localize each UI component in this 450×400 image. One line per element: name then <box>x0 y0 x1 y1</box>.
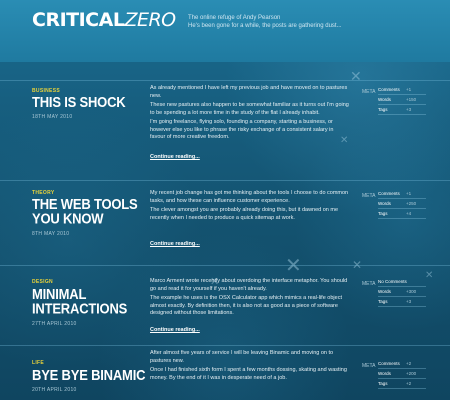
excerpt-paragraph: These new pastures also happen to be som… <box>150 102 349 116</box>
post-the-web-tools-you-know: THEORY THE WEB TOOLS YOU KNOW 8TH MAY 20… <box>0 180 450 265</box>
excerpt-paragraph: Once I had finished sixth form I spent a… <box>150 367 347 381</box>
post-excerpt: After almost five years of service I wil… <box>150 350 350 384</box>
post-date: 18TH MAY 2010 <box>32 114 73 120</box>
excerpt-paragraph: My recent job change has got me thinking… <box>150 190 349 204</box>
post-title[interactable]: BYE BYE BINAMIC <box>32 368 145 382</box>
continue-reading-link[interactable]: Continue reading... <box>150 154 200 160</box>
post-meta: No Comments Words +300 Tags +3 <box>378 277 426 307</box>
site-header: CRITICALZERO The online refuge of Andy P… <box>0 0 450 62</box>
meta-label: META <box>362 281 376 287</box>
post-this-is-shock: BUSINESS THIS IS SHOCK 18TH MAY 2010 As … <box>0 80 450 180</box>
continue-reading-link[interactable]: Continue reading... <box>150 327 200 333</box>
excerpt-paragraph: The example he uses is the OSX Calculato… <box>150 295 342 316</box>
tagline-line-2: He's been gone for a while, the posts ar… <box>188 23 342 29</box>
meta-comments[interactable]: Comments +1 <box>378 85 426 95</box>
meta-words: Words +300 <box>378 287 426 297</box>
meta-words: Words +250 <box>378 199 426 209</box>
post-date: 8TH MAY 2010 <box>32 231 70 237</box>
meta-label: META <box>362 89 376 95</box>
post-meta: Comments +2 Words +200 Tags +2 <box>378 359 426 389</box>
meta-label: META <box>362 363 376 369</box>
excerpt-paragraph: I'm going freelance, flying solo, foundi… <box>150 119 334 140</box>
post-meta: Comments +1 Words +150 Tags +3 <box>378 85 426 115</box>
meta-words: Words +150 <box>378 95 426 105</box>
excerpt-paragraph: After almost five years of service I wil… <box>150 350 334 364</box>
meta-comments[interactable]: Comments +1 <box>378 189 426 199</box>
post-title[interactable]: THE WEB TOOLS YOU KNOW <box>32 197 138 226</box>
post-bye-bye-binamic: LIFE BYE BYE BINAMIC 20TH APRIL 2010 Aft… <box>0 345 450 400</box>
post-excerpt: Marco Arment wrote recently about overdo… <box>150 278 350 320</box>
post-excerpt: As already mentioned I have left my prev… <box>150 85 350 144</box>
meta-tags[interactable]: Tags +2 <box>378 379 426 389</box>
meta-words: Words +200 <box>378 369 426 379</box>
meta-label: META <box>362 193 376 199</box>
post-title[interactable]: MINIMAL INTERACTIONS <box>32 287 127 316</box>
post-category[interactable]: LIFE <box>32 360 44 366</box>
post-excerpt: My recent job change has got me thinking… <box>150 190 350 224</box>
site-logo[interactable]: CRITICALZERO <box>32 9 176 31</box>
post-category[interactable]: DESIGN <box>32 279 53 285</box>
excerpt-paragraph: Marco Arment wrote recently about overdo… <box>150 278 348 292</box>
meta-tags[interactable]: Tags +3 <box>378 297 426 307</box>
tagline-line-1: The online refuge of Andy Pearson <box>188 15 281 21</box>
post-meta: Comments +1 Words +250 Tags +4 <box>378 189 426 219</box>
meta-comments[interactable]: Comments +2 <box>378 359 426 369</box>
site-tagline: The online refuge of Andy Pearson He's b… <box>188 14 342 30</box>
post-minimal-interactions: DESIGN MINIMAL INTERACTIONS 27TH APRIL 2… <box>0 265 450 345</box>
post-date: 27TH APRIL 2010 <box>32 321 77 327</box>
continue-reading-link[interactable]: Continue reading... <box>150 241 200 247</box>
meta-tags[interactable]: Tags +4 <box>378 209 426 219</box>
post-title[interactable]: THIS IS SHOCK <box>32 95 126 109</box>
excerpt-paragraph: As already mentioned I have left my prev… <box>150 85 348 99</box>
post-date: 20TH APRIL 2010 <box>32 387 77 393</box>
meta-comments[interactable]: No Comments <box>378 277 426 287</box>
excerpt-paragraph: The clever amongst you are probably alre… <box>150 207 339 221</box>
meta-tags[interactable]: Tags +3 <box>378 105 426 115</box>
